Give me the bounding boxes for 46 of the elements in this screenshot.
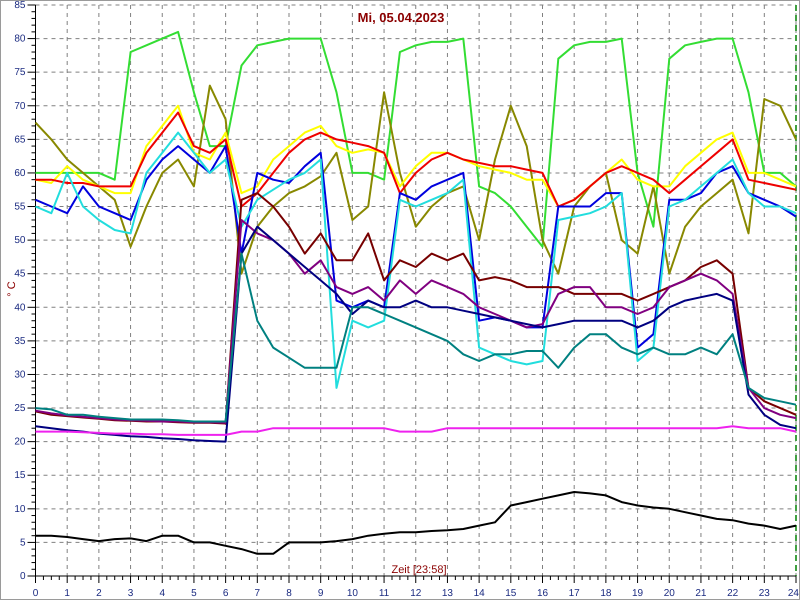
x-axis-label: Zeit [23:58]: [391, 564, 447, 576]
x-tick-label: 8: [286, 588, 292, 599]
y-tick-label: 85: [14, 1, 26, 11]
y-tick-label: 0: [20, 571, 26, 582]
x-tick-label: 13: [442, 588, 453, 599]
y-tick-label: 15: [14, 470, 26, 482]
y-tick-label: 5: [20, 537, 26, 548]
y-axis-label: ° C: [6, 281, 18, 297]
x-tick-label: 22: [727, 588, 738, 599]
x-tick-label: 1: [64, 588, 70, 599]
x-tick-label: 18: [600, 588, 612, 599]
y-tick-label: 35: [14, 336, 26, 347]
x-tick-label: 23: [758, 588, 770, 599]
y-tick-label: 40: [14, 302, 26, 314]
x-tick-label: 7: [254, 588, 260, 599]
y-tick-label: 70: [14, 100, 26, 112]
x-tick-label: 24: [788, 588, 799, 599]
y-tick-label: 20: [14, 436, 26, 448]
y-tick-label: 65: [14, 134, 26, 146]
x-tick-label: 21: [695, 588, 706, 599]
y-tick-label: 30: [14, 369, 26, 380]
x-tick-label: 11: [378, 588, 390, 599]
y-tick-label: 10: [14, 504, 26, 515]
y-tick-label: 75: [14, 67, 26, 78]
y-tick-label: 55: [14, 202, 26, 213]
x-tick-label: 17: [568, 588, 580, 599]
x-tick-label: 0: [32, 588, 38, 599]
x-tick-label: 9: [318, 588, 324, 599]
x-tick-label: 3: [128, 588, 134, 599]
x-tick-label: 19: [632, 588, 644, 599]
y-tick-label: 80: [14, 34, 26, 45]
x-tick-label: 5: [191, 588, 197, 599]
y-tick-label: 45: [14, 268, 26, 280]
chart-title: Mi, 05.04.2023: [358, 10, 444, 25]
x-tick-label: 16: [536, 588, 548, 599]
y-tick-label: 60: [14, 168, 26, 179]
x-tick-label: 6: [222, 588, 228, 599]
x-tick-label: 20: [664, 588, 675, 599]
x-tick-label: 2: [96, 588, 102, 599]
x-tick-label: 10: [346, 588, 358, 599]
x-tick-label: 12: [410, 588, 422, 599]
y-tick-label: 25: [14, 403, 26, 414]
x-tick-label: 15: [505, 588, 516, 599]
x-tick-label: 14: [474, 588, 485, 599]
x-tick-label: 4: [159, 588, 166, 599]
y-tick-label: 50: [14, 235, 26, 246]
